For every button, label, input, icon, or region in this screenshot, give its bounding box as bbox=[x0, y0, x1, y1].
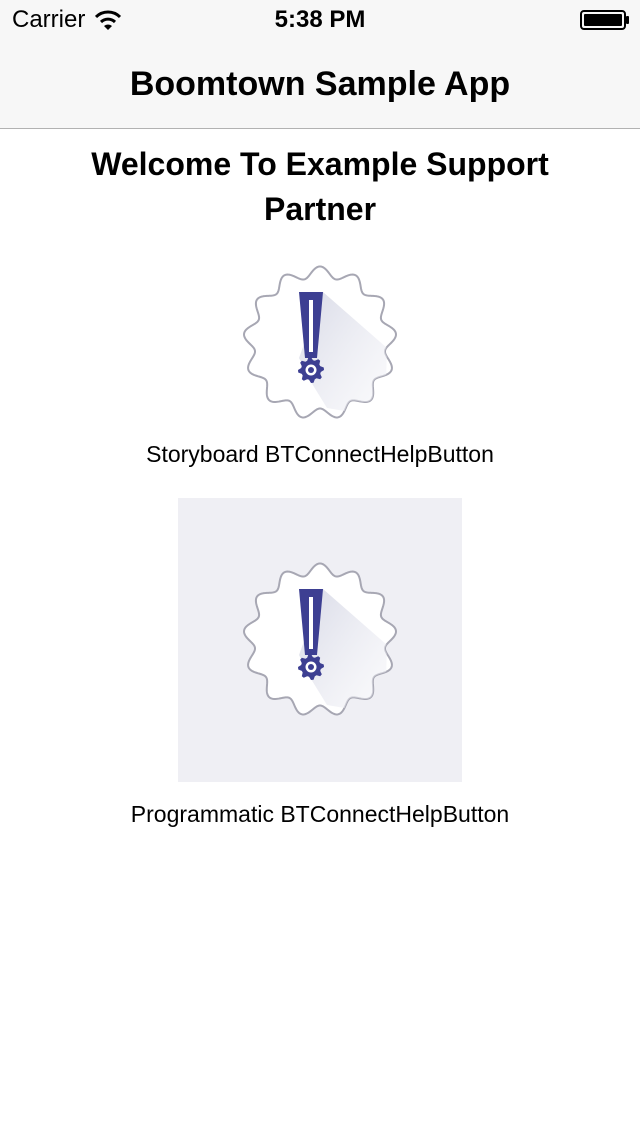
storyboard-help-button[interactable] bbox=[230, 258, 410, 428]
battery-icon bbox=[580, 10, 629, 30]
programmatic-button-caption: Programmatic BTConnectHelpButton bbox=[130, 801, 510, 827]
storyboard-button-caption: Storyboard BTConnectHelpButton bbox=[146, 441, 494, 467]
status-time: 5:38 PM bbox=[274, 6, 366, 33]
welcome-heading: Welcome To Example Support Partner bbox=[91, 146, 549, 227]
nav-title: Boomtown Sample App bbox=[129, 65, 511, 103]
status-bar: Carrier 5:38 PM bbox=[0, 0, 640, 40]
help-badge-icon bbox=[243, 562, 397, 716]
programmatic-help-button[interactable] bbox=[178, 498, 462, 782]
help-badge-icon bbox=[243, 265, 397, 419]
navigation-bar: Boomtown Sample App bbox=[0, 40, 640, 129]
